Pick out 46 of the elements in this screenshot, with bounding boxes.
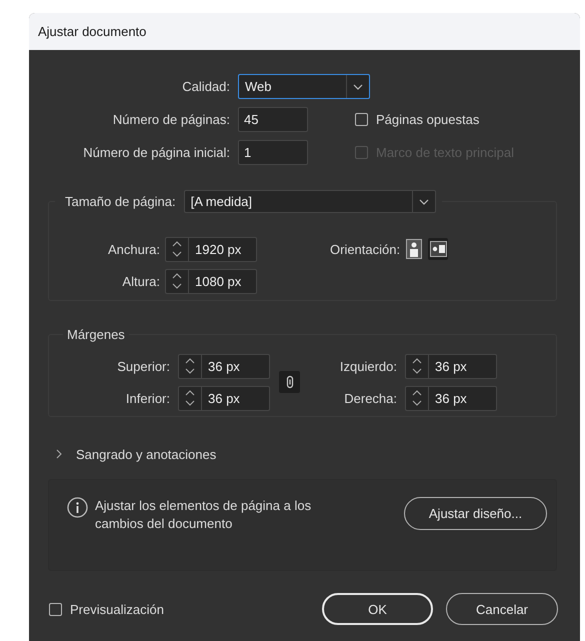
chevron-down-icon	[353, 84, 363, 90]
field-label: Orientación:	[330, 242, 400, 256]
section-title: Márgenes	[66, 327, 126, 342]
number-field[interactable]: 45	[238, 107, 308, 132]
stepper-arrows-icon	[185, 390, 195, 406]
adjust-layout-button[interactable]: Ajustar diseño...	[404, 497, 547, 530]
dropdown[interactable]: [A medida]	[184, 190, 436, 213]
number-field[interactable]: 1	[238, 140, 308, 165]
field-label: Anchura:	[106, 242, 160, 256]
cancel-button[interactable]: Cancelar	[446, 593, 558, 625]
spinner-field[interactable]: 36 px	[405, 386, 497, 410]
field-label: Derecha:	[343, 390, 397, 406]
ok-button[interactable]: OK	[322, 593, 433, 625]
field-label: Inferior:	[124, 390, 170, 406]
orientation-button[interactable]	[428, 238, 448, 260]
link-button[interactable]	[279, 371, 300, 393]
spinner-field[interactable]: 36 px	[178, 386, 270, 410]
section-toggle[interactable]: Sangrado y anotaciones	[76, 446, 216, 462]
field-label: Tamaño de página:	[65, 194, 176, 209]
spinner-field[interactable]: 36 px	[178, 354, 270, 378]
field-label: Izquierdo:	[338, 358, 397, 374]
stepper-arrows-icon	[412, 390, 422, 406]
stepper-arrows-icon	[172, 273, 182, 289]
spinner-field[interactable]: 1080 px	[165, 268, 257, 294]
field-label: Número de páginas:	[112, 112, 230, 127]
checkbox[interactable]	[355, 113, 368, 126]
landscape-icon	[430, 239, 447, 259]
info-message: Ajustar los elementos de página a los cambios del documento	[95, 497, 312, 533]
spinner-field[interactable]: 1920 px	[165, 236, 257, 262]
field-label: Altura:	[121, 274, 160, 288]
orientation-button[interactable]	[404, 238, 424, 260]
checkbox-label: Páginas opuestas	[376, 112, 480, 127]
stepper-arrows-icon	[412, 358, 422, 374]
spinner-field[interactable]: 36 px	[405, 354, 497, 378]
info-icon	[67, 497, 88, 518]
stepper-arrows-icon	[185, 358, 195, 374]
portrait-icon	[406, 239, 423, 259]
field-label: Número de página inicial:	[82, 145, 230, 160]
field-label: Superior:	[116, 358, 170, 374]
chevron-down-icon	[418, 198, 429, 204]
checkbox-label: Previsualización	[70, 602, 164, 616]
checkbox[interactable]	[49, 602, 62, 616]
stepper-arrows-icon	[172, 241, 182, 257]
window-title: Ajustar documento	[37, 24, 146, 39]
dropdown[interactable]: Web	[238, 74, 370, 99]
field-label: Calidad:	[181, 79, 230, 94]
